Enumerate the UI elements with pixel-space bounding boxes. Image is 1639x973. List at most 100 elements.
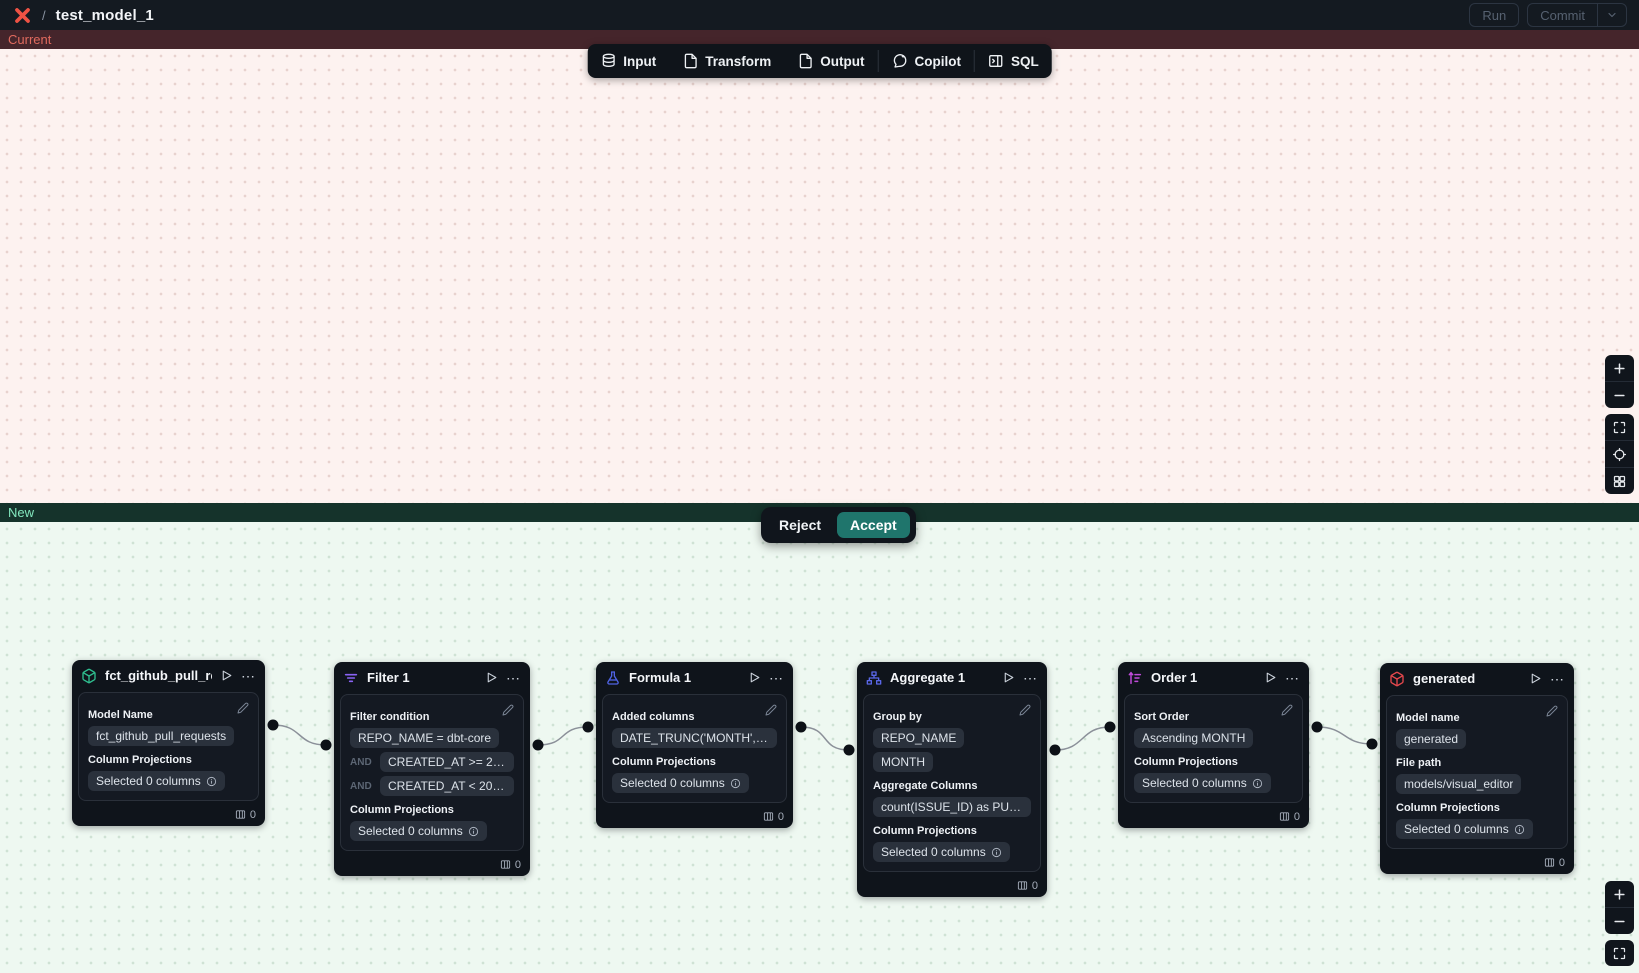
node-menu-icon[interactable]: ⋯ (1023, 673, 1038, 683)
condition-prefix: AND (350, 757, 374, 768)
chip-text: DATE_TRUNC('MONTH', CREATED_AT… (620, 731, 769, 745)
value-chip[interactable]: MONTH (873, 752, 933, 772)
section-label: Column Projections (88, 754, 249, 766)
value-chip[interactable]: DATE_TRUNC('MONTH', CREATED_AT… (612, 728, 777, 748)
value-chip[interactable]: generated (1396, 729, 1466, 749)
edit-pencil-icon[interactable] (1281, 703, 1293, 721)
node-run-icon[interactable] (748, 671, 761, 684)
node-run-icon[interactable] (220, 669, 233, 682)
section-label: Column Projections (612, 756, 777, 768)
edit-pencil-icon[interactable] (1546, 704, 1558, 722)
minus-button[interactable] (1605, 907, 1634, 934)
value-chip[interactable]: fct_github_pull_requests (88, 726, 234, 746)
toolbar-item-label: Output (820, 54, 864, 69)
node-section: Model Namefct_github_pull_requests (88, 709, 249, 746)
node-menu-icon[interactable]: ⋯ (241, 671, 256, 681)
value-chip[interactable]: Ascending MONTH (1134, 728, 1253, 748)
visual-editor-app: { "header": { "breadcrumb_separator": "/… (0, 0, 1639, 973)
chip-text: Selected 0 columns (96, 774, 201, 788)
locate-button[interactable] (1605, 440, 1634, 467)
value-chip[interactable]: REPO_NAME = dbt-core (350, 728, 499, 748)
commit-dropdown-button[interactable] (1597, 4, 1626, 26)
filter-icon (343, 670, 359, 686)
section-label: Column Projections (1134, 756, 1293, 768)
toolbar-item-input[interactable]: Input (587, 44, 669, 78)
node-header: Filter 1⋯ (334, 662, 530, 693)
graph-node-generated[interactable]: generated⋯Model namegeneratedFile pathmo… (1380, 663, 1574, 874)
value-chip[interactable]: Selected 0 columns (873, 842, 1010, 862)
grid-button[interactable] (1605, 467, 1634, 494)
value-chip[interactable]: count(ISSUE_ID) as PULL_REQUEST_… (873, 797, 1031, 817)
column-count: 0 (778, 811, 784, 823)
section-label: File path (1396, 757, 1558, 769)
section-label: Aggregate Columns (873, 780, 1031, 792)
node-run-icon[interactable] (1264, 671, 1277, 684)
value-chip[interactable]: Selected 0 columns (88, 771, 225, 791)
edit-pencil-icon[interactable] (1019, 703, 1031, 721)
current-flow-canvas[interactable] (0, 49, 1639, 503)
reject-button[interactable]: Reject (767, 513, 833, 537)
toolbar-item-copilot[interactable]: Copilot (879, 44, 975, 78)
value-chip[interactable]: CREATED_AT >= 2024-12-01 (380, 752, 514, 772)
chip-row: MONTH (873, 752, 1031, 772)
graph-node-filter-1[interactable]: Filter 1⋯Filter conditionREPO_NAME = dbt… (334, 662, 530, 876)
toolbar-item-label: Transform (705, 54, 771, 69)
graph-node-order-1[interactable]: Order 1⋯Sort OrderAscending MONTHColumn … (1118, 662, 1309, 828)
toolbar-item-sql[interactable]: SQL (975, 44, 1052, 78)
node-body: Added columnsDATE_TRUNC('MONTH', CREATED… (602, 694, 787, 803)
node-header: fct_github_pull_requests⋯ (72, 660, 265, 691)
control-group (1605, 414, 1634, 494)
app-logo-icon[interactable] (12, 5, 32, 25)
cube-icon (1389, 671, 1405, 687)
section-label: Column Projections (350, 804, 514, 816)
chip-text: Selected 0 columns (358, 824, 463, 838)
edit-pencil-icon[interactable] (237, 701, 249, 719)
toolbar-item-output[interactable]: Output (784, 44, 877, 78)
minus-button[interactable] (1605, 381, 1634, 408)
chip-row: Selected 0 columns (88, 771, 249, 791)
node-section: Column Projections Selected 0 columns (612, 756, 777, 793)
info-icon (468, 826, 479, 837)
graph-node-formula-1[interactable]: Formula 1⋯Added columnsDATE_TRUNC('MONTH… (596, 662, 793, 828)
commit-button[interactable]: Commit (1528, 4, 1597, 26)
columns-icon (1017, 880, 1028, 891)
value-chip[interactable]: REPO_NAME (873, 728, 964, 748)
node-run-icon[interactable] (1529, 672, 1542, 685)
current-section-label: Current (8, 32, 51, 47)
run-button[interactable]: Run (1469, 3, 1519, 27)
columns-icon (763, 811, 774, 822)
flask-icon (605, 670, 621, 686)
accept-button[interactable]: Accept (837, 512, 910, 538)
fit-view-button[interactable] (1605, 940, 1634, 966)
value-chip[interactable]: Selected 0 columns (612, 773, 749, 793)
value-chip[interactable]: Selected 0 columns (1396, 819, 1533, 839)
chip-text: MONTH (881, 755, 925, 769)
graph-node-aggregate-1[interactable]: Aggregate 1⋯Group byREPO_NAMEMONTHAggreg… (857, 662, 1047, 897)
value-chip[interactable]: Selected 0 columns (350, 821, 487, 841)
node-section: File path models/visual_editor (1396, 757, 1558, 794)
graph-node-fct-github-pull-requests[interactable]: fct_github_pull_requests⋯Model Namefct_g… (72, 660, 265, 826)
node-section: Sort Order Ascending MONTH (1134, 711, 1293, 748)
node-section: Filter conditionREPO_NAME = dbt-coreANDC… (350, 711, 514, 796)
value-chip[interactable]: CREATED_AT < 2025-03-01 (380, 776, 514, 796)
plus-button[interactable] (1605, 881, 1634, 907)
node-run-icon[interactable] (485, 671, 498, 684)
plus-button[interactable] (1605, 355, 1634, 381)
value-chip[interactable]: Selected 0 columns (1134, 773, 1271, 793)
node-menu-icon[interactable]: ⋯ (506, 673, 521, 683)
database-icon (600, 53, 616, 69)
node-section: Column Projections Selected 0 columns (350, 804, 514, 841)
toolbar-item-label: Copilot (915, 54, 962, 69)
value-chip[interactable]: models/visual_editor (1396, 774, 1521, 794)
fit-view-button[interactable] (1605, 414, 1634, 440)
node-menu-icon[interactable]: ⋯ (1285, 673, 1300, 683)
edit-pencil-icon[interactable] (765, 703, 777, 721)
node-menu-icon[interactable]: ⋯ (769, 673, 784, 683)
node-run-icon[interactable] (1002, 671, 1015, 684)
node-footer: 0 (596, 807, 793, 828)
columns-icon (235, 809, 246, 820)
section-label: Sort Order (1134, 711, 1293, 723)
toolbar-item-transform[interactable]: Transform (669, 44, 784, 78)
edit-pencil-icon[interactable] (502, 703, 514, 721)
node-menu-icon[interactable]: ⋯ (1550, 674, 1565, 684)
